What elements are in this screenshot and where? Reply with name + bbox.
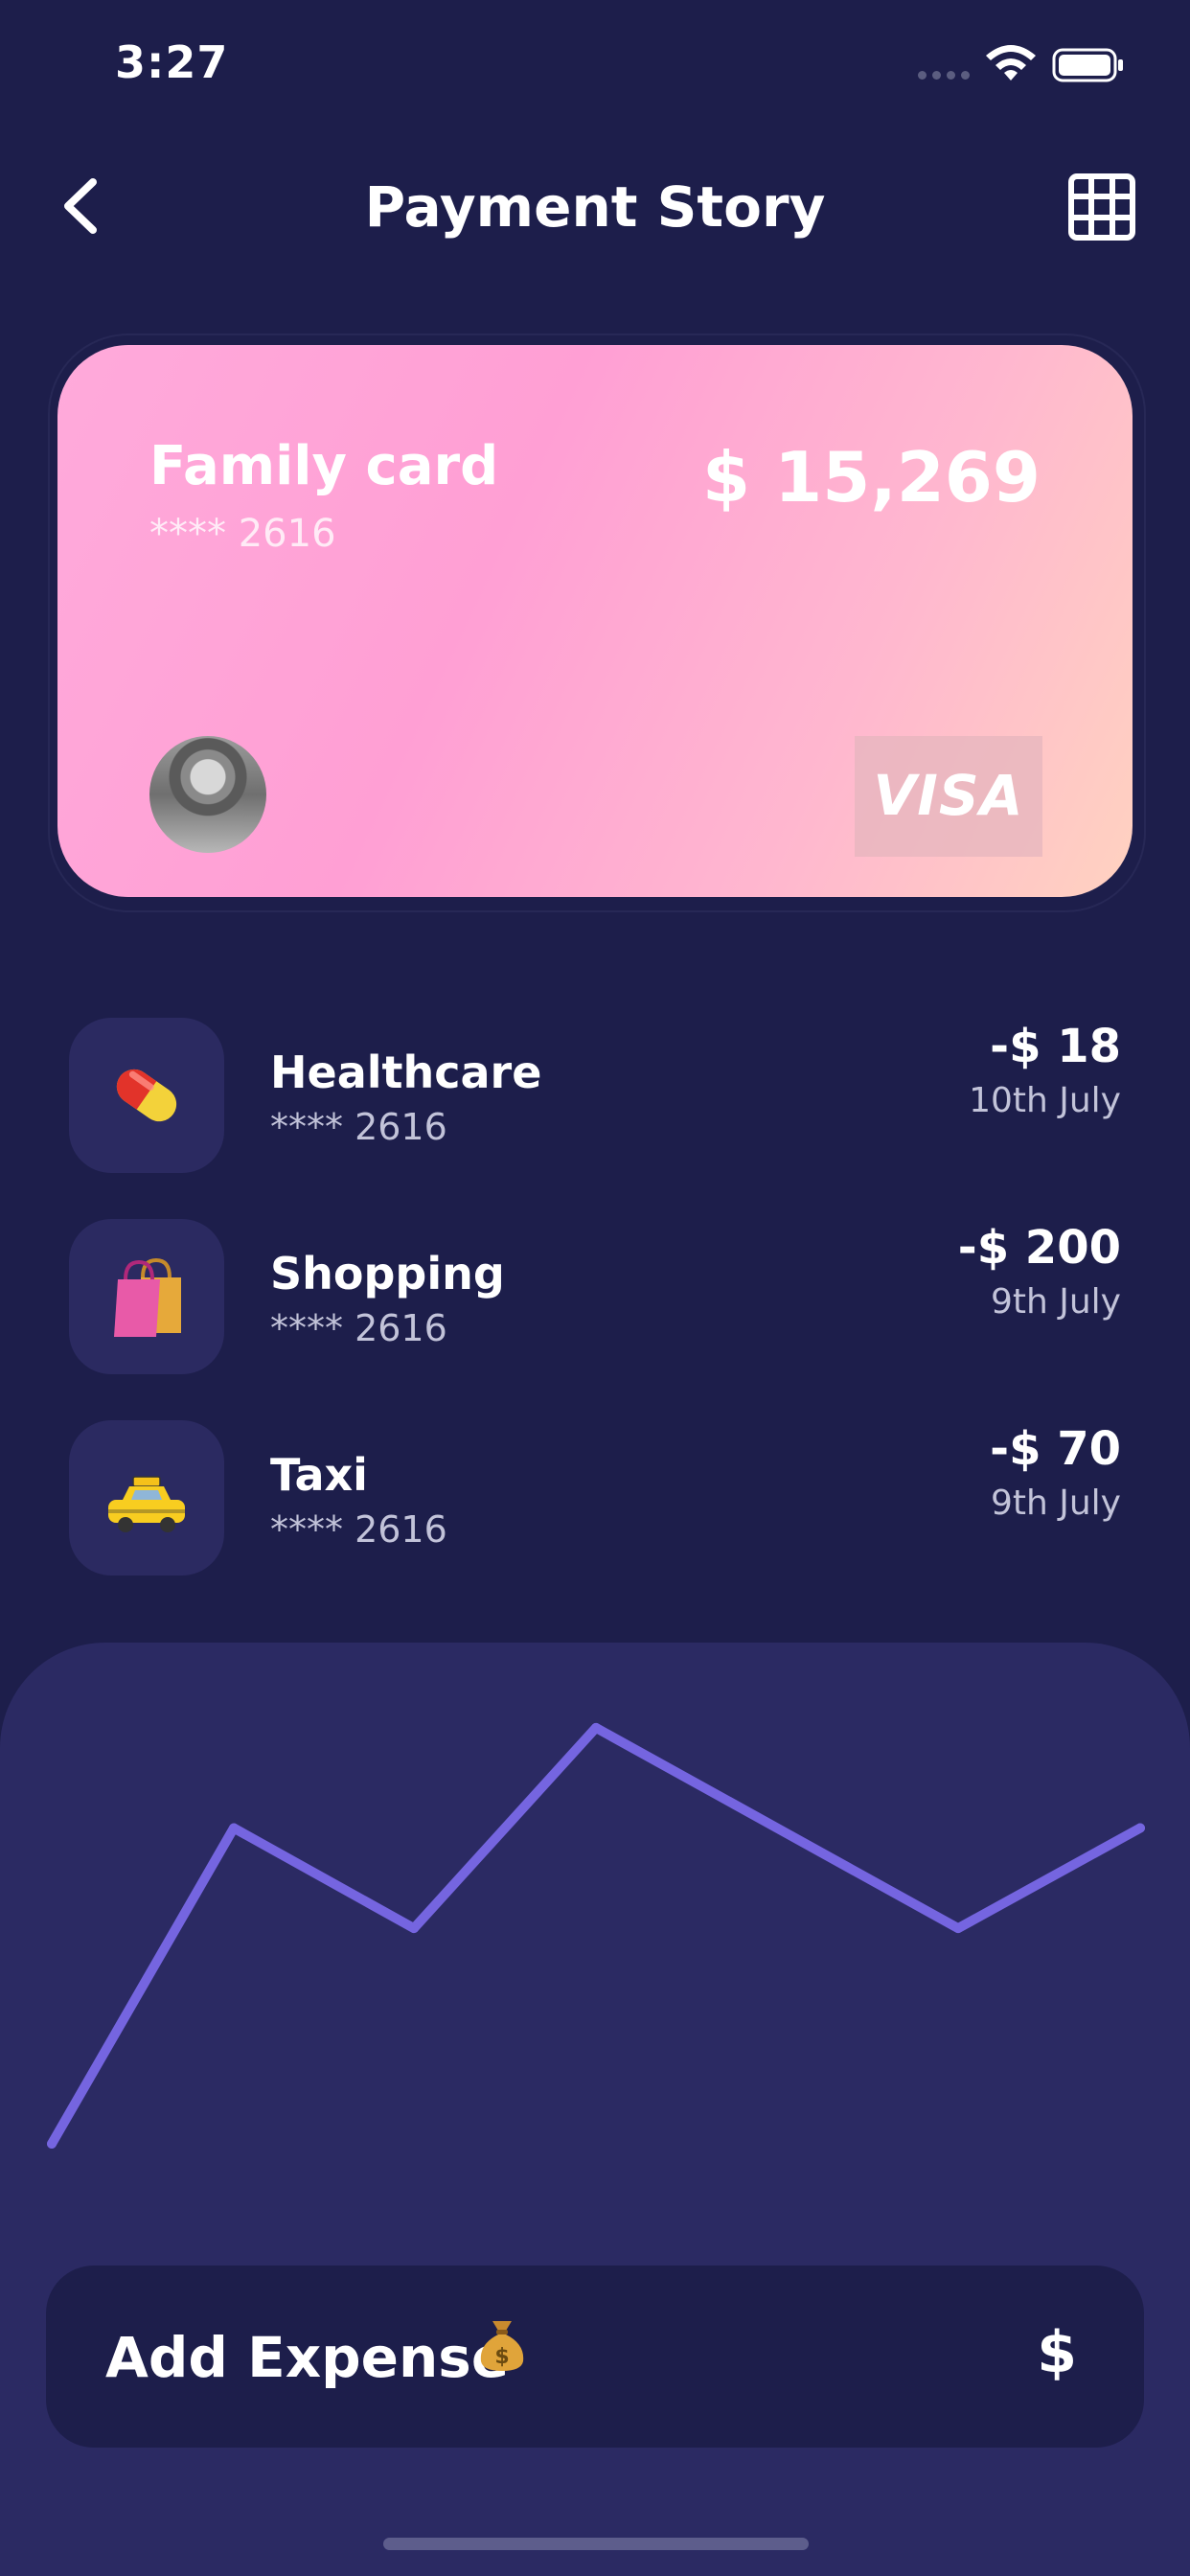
transaction-title: Taxi	[270, 1449, 368, 1501]
wifi-icon	[986, 45, 1036, 80]
transaction-amount: -$ 200	[957, 1221, 1121, 1275]
signal-icon	[918, 71, 970, 80]
transaction-date: 9th July	[990, 1484, 1121, 1523]
transaction-card-number: **** 2616	[270, 1106, 447, 1148]
shopping-bags-icon	[69, 1219, 224, 1374]
avatar[interactable]	[149, 736, 266, 853]
home-indicator	[383, 2538, 809, 2550]
transaction-amount: -$ 70	[990, 1422, 1121, 1476]
chart-point-5	[1135, 1823, 1145, 1833]
chart-point-2	[409, 1923, 419, 1934]
page-title: Payment Story	[364, 174, 826, 240]
grid-icon[interactable]	[1067, 172, 1136, 242]
visa-label: VISA	[873, 763, 1024, 828]
svg-text:$: $	[494, 2345, 509, 2369]
transaction-row[interactable]: Taxi **** 2616 -$ 70 9th July	[0, 1420, 1190, 1583]
visa-logo: VISA	[855, 736, 1042, 857]
battery-icon	[1052, 48, 1123, 82]
chart-series-line	[47, 1722, 1145, 2149]
chart-point-1	[229, 1823, 239, 1833]
status-time: 3:27	[115, 36, 229, 88]
chart-point-3	[591, 1722, 601, 1733]
transaction-title: Shopping	[270, 1248, 505, 1300]
card-balance: $ 15,269	[701, 437, 1041, 518]
nav-bar: Payment Story	[0, 153, 1190, 259]
spending-chart	[47, 1722, 1145, 2149]
family-card[interactable]: Family card **** 2616 $ 15,269 VISA	[57, 345, 1133, 897]
pill-icon	[69, 1018, 224, 1173]
transaction-amount: -$ 18	[990, 1020, 1121, 1073]
taxi-icon	[69, 1420, 224, 1576]
transaction-date: 10th July	[969, 1081, 1121, 1120]
transaction-row[interactable]: Shopping **** 2616 -$ 200 9th July	[0, 1219, 1190, 1382]
chart-point-4	[953, 1923, 963, 1934]
transaction-card-number: **** 2616	[270, 1307, 447, 1349]
money-bag-icon: $	[480, 2321, 524, 2371]
transaction-date: 9th July	[990, 1282, 1121, 1322]
chart-point-0	[47, 2139, 57, 2149]
status-bar: 3:27	[0, 0, 1190, 134]
transaction-title: Healthcare	[270, 1046, 542, 1098]
add-expense-button[interactable]: Add Expense $ $	[46, 2266, 1144, 2448]
transaction-card-number: **** 2616	[270, 1508, 447, 1551]
transaction-row[interactable]: Healthcare **** 2616 -$ 18 10th July	[0, 1018, 1190, 1181]
dollar-label: $	[1037, 2319, 1077, 2386]
card-name: Family card	[149, 435, 499, 497]
card-number: **** 2616	[149, 512, 336, 556]
add-expense-label: Add Expense	[105, 2325, 510, 2390]
